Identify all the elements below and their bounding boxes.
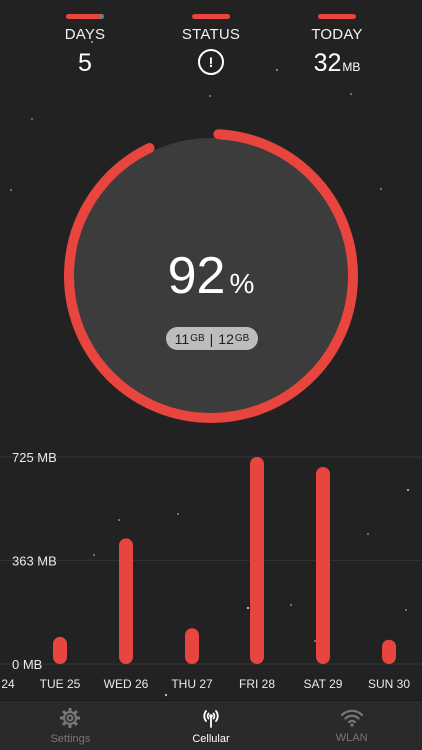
percent-readout: 92% — [61, 246, 361, 306]
today-value: 32MB — [277, 49, 397, 78]
today-bar — [318, 14, 356, 19]
y-tick-label: 0 MB — [12, 657, 42, 672]
tab-settings[interactable]: Settings — [0, 701, 141, 750]
tab-wlan-label: WLAN — [335, 731, 368, 744]
x-tick-label: SAT 29 — [304, 677, 343, 691]
days-label: DAYS — [64, 26, 106, 43]
stat-today: TODAY 32MB — [277, 14, 397, 78]
total-value: 12 — [218, 330, 234, 347]
percent-value: 92 — [167, 247, 226, 305]
today-unit: MB — [342, 60, 361, 74]
status-bar — [192, 14, 230, 19]
x-tick-label: THU 27 — [171, 677, 213, 691]
chart-bar[interactable] — [316, 466, 330, 664]
x-tick-label: SUN 30 — [368, 677, 410, 691]
usage-separator: | — [209, 330, 214, 347]
daily-usage-chart: 725 MB 363 MB 0 MB 24 TUE 25 WED 26 THU 27 FRI … — [0, 440, 422, 700]
x-tick-label: 24 — [1, 677, 15, 691]
chart-bar[interactable] — [185, 628, 199, 664]
tab-cellular-label: Cellular — [192, 732, 230, 745]
today-amount: 32 — [313, 49, 342, 77]
tab-bar: Settings Cellular WLAN — [0, 700, 422, 750]
percent-sign: % — [229, 268, 255, 299]
gear-icon — [60, 707, 81, 728]
chart-bar[interactable] — [119, 538, 133, 664]
stats-header: DAYS 5 STATUS ! TODAY 32MB — [0, 14, 422, 84]
stat-days: DAYS 5 — [25, 14, 145, 78]
x-tick-label: TUE 25 — [40, 677, 81, 691]
tab-cellular[interactable]: Cellular — [141, 701, 282, 750]
chart-svg: 725 MB 363 MB 0 MB 24 TUE 25 WED 26 THU 27 FRI … — [0, 450, 422, 691]
used-value: 11 — [174, 330, 190, 347]
tab-wlan[interactable]: WLAN — [281, 701, 422, 750]
tab-settings-label: Settings — [50, 732, 91, 745]
chart-bar[interactable] — [382, 639, 396, 664]
wifi-icon — [340, 709, 363, 727]
stat-status[interactable]: STATUS ! — [151, 14, 271, 75]
chart-bar[interactable] — [250, 457, 264, 664]
chart-bar[interactable] — [53, 636, 67, 664]
days-progress-bar — [66, 14, 104, 19]
antenna-icon — [203, 709, 219, 728]
today-label: TODAY — [311, 26, 363, 43]
alert-circle-icon[interactable]: ! — [198, 49, 224, 75]
usage-gauge: 92% 11 GB | 12 GB — [61, 126, 361, 426]
usage-pill: 11 GB | 12 GB — [166, 327, 258, 350]
x-tick-label: WED 26 — [104, 677, 149, 691]
days-value: 5 — [78, 49, 92, 77]
y-tick-label: 725 MB — [12, 450, 57, 465]
used-unit: GB — [190, 333, 205, 344]
total-unit: GB — [234, 333, 250, 344]
y-tick-label: 363 MB — [12, 553, 57, 568]
x-tick-label: FRI 28 — [239, 677, 275, 691]
status-label: STATUS — [181, 26, 241, 43]
